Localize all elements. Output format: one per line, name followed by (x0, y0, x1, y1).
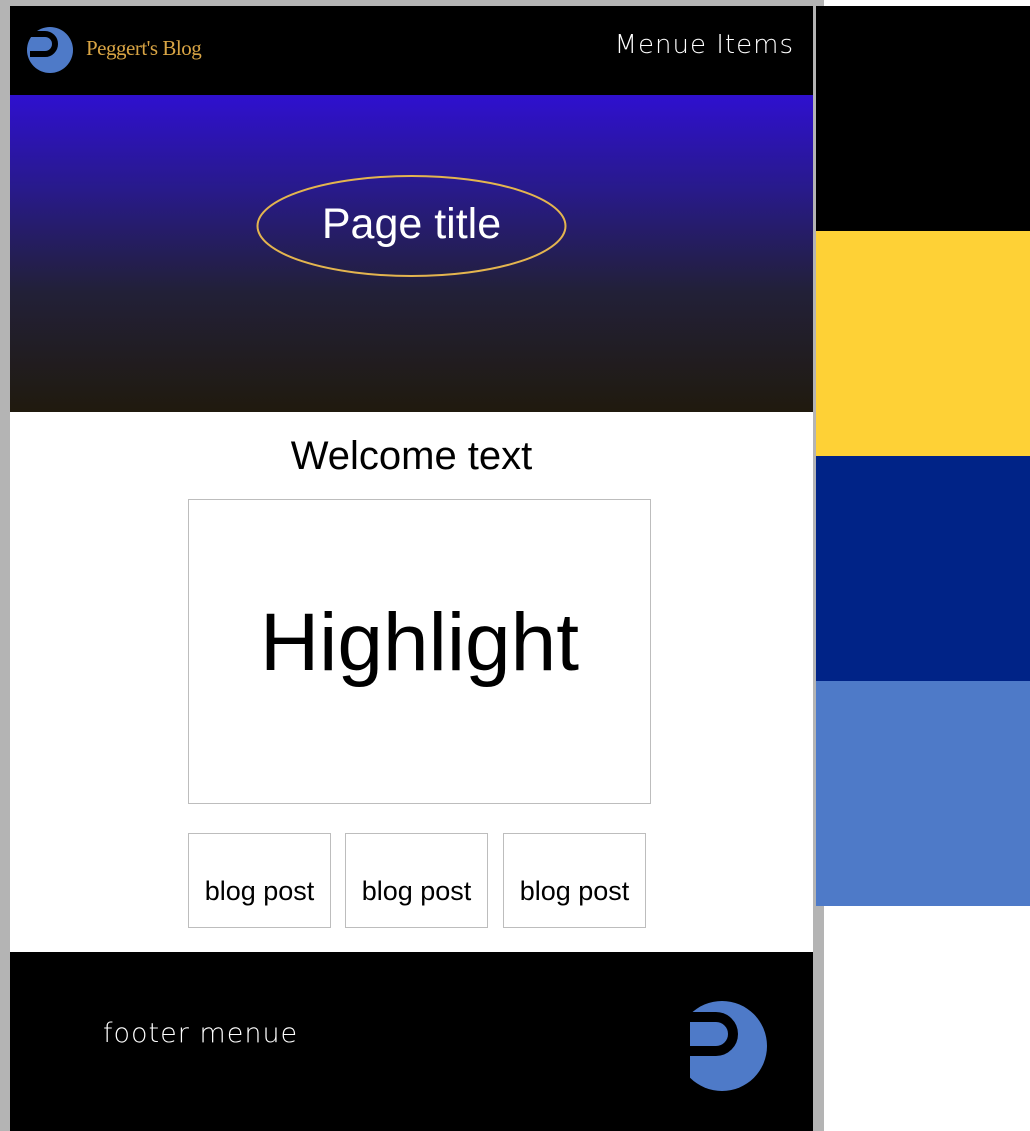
highlight-box[interactable]: Highlight (188, 499, 651, 804)
blog-post-card[interactable]: blog post (345, 833, 488, 928)
page-title: Page title (321, 200, 502, 248)
blog-post-card[interactable]: blog post (188, 833, 331, 928)
blog-post-label: blog post (361, 876, 472, 906)
color-swatch-gold (816, 231, 1030, 456)
blog-post-card[interactable]: blog post (503, 833, 646, 928)
blog-logo-icon[interactable] (26, 26, 74, 74)
menu-items-link[interactable]: Menue Items (615, 30, 794, 60)
footer-menu-link[interactable]: footer menue (103, 1018, 298, 1049)
color-swatch-navy (816, 456, 1030, 681)
hero-banner: Page title (10, 95, 813, 412)
design-canvas: Peggert's Blog Menue Items Page title We… (0, 0, 1030, 1131)
site-header: Peggert's Blog Menue Items (10, 6, 813, 95)
highlight-label: Highlight (259, 597, 580, 688)
brand-name[interactable]: Peggert's Blog (86, 36, 202, 61)
blog-post-label: blog post (204, 876, 315, 906)
page-mockup: Peggert's Blog Menue Items Page title We… (0, 0, 824, 1131)
color-palette (816, 6, 1030, 906)
color-swatch-blue (816, 681, 1030, 906)
welcome-text: Welcome text (290, 434, 533, 478)
blog-post-label: blog post (519, 876, 630, 906)
site-footer: footer menue (10, 952, 813, 1131)
footer-logo-icon[interactable] (690, 1000, 768, 1092)
color-swatch-black (816, 6, 1030, 231)
